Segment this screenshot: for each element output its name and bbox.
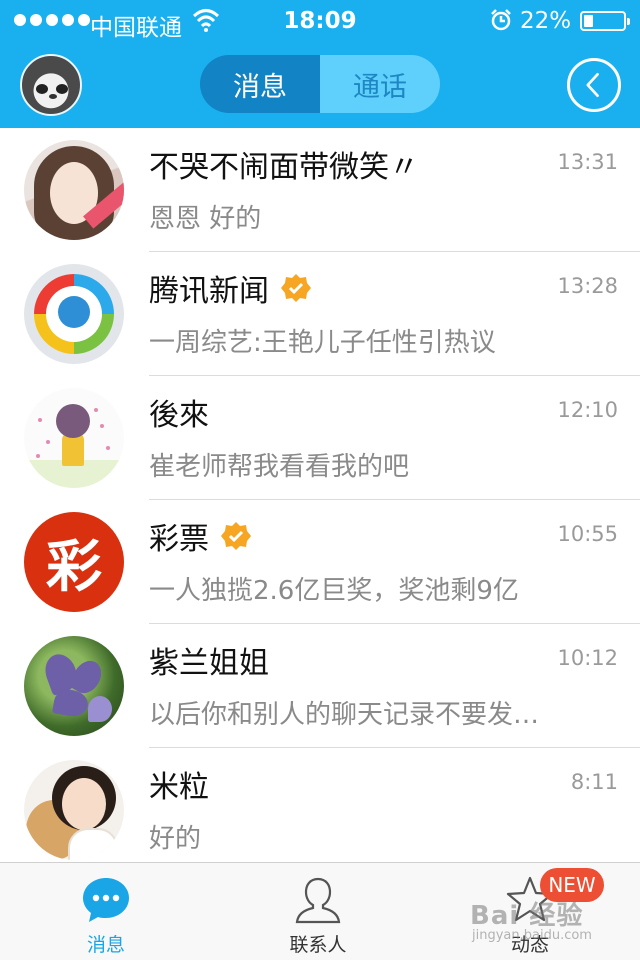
contact-name: 後來 — [149, 398, 209, 433]
contact-avatar — [24, 264, 124, 364]
message-preview: 一人独揽2.6亿巨奖，奖池剩9亿 — [149, 576, 519, 606]
message-time: 12:10 — [557, 398, 618, 422]
header-segmented-control: 消息 通话 — [200, 55, 440, 113]
conversation-row[interactable]: 不哭不闹面带微笑〃 13:31 恩恩 好的 — [0, 128, 640, 252]
verified-badge-icon — [221, 522, 251, 550]
contact-avatar — [24, 760, 124, 860]
my-avatar[interactable] — [20, 54, 82, 116]
verified-badge-icon — [281, 274, 311, 302]
app-header: 中国联通 18:09 22% 消息 通话 — [0, 0, 640, 128]
tabbar-label: 消息 — [86, 934, 125, 956]
tabbar-item-contacts[interactable]: 联系人 — [248, 863, 388, 960]
message-time: 10:12 — [557, 646, 618, 670]
tab-calls[interactable]: 通话 — [320, 55, 440, 113]
message-preview: 好的 — [149, 824, 202, 854]
conversation-row[interactable]: 後來 12:10 崔老师帮我看看我的吧 — [0, 376, 640, 500]
conversation-row[interactable]: 腾讯新闻 13:28 一周综艺:王艳儿子任性引热议 — [0, 252, 640, 376]
message-preview: 崔老师帮我看看我的吧 — [149, 452, 410, 482]
contact-avatar — [24, 636, 124, 736]
message-time: 13:28 — [557, 274, 618, 298]
contact-avatar — [24, 388, 124, 488]
contact-name: 彩票 — [149, 522, 209, 557]
message-time: 13:31 — [557, 150, 618, 174]
tab-messages[interactable]: 消息 — [200, 55, 320, 113]
message-time: 8:11 — [570, 770, 618, 794]
back-circle-icon[interactable] — [567, 58, 621, 112]
status-bar: 中国联通 18:09 22% — [0, 0, 640, 41]
conversation-row[interactable]: 米粒 8:11 好的 — [0, 748, 640, 862]
baidu-watermark-url: jingyan.baidu.com — [472, 928, 592, 943]
contact-avatar — [24, 140, 124, 240]
conversation-row[interactable]: 紫兰姐姐 10:12 以后你和别人的聊天记录不要发… — [0, 624, 640, 748]
message-preview: 以后你和别人的聊天记录不要发… — [149, 700, 540, 730]
conversation-row[interactable]: 彩 彩票 10:55 一人独揽2.6亿巨奖，奖池剩9亿 — [0, 500, 640, 624]
contact-name: 不哭不闹面带微笑〃 — [149, 150, 419, 185]
tabbar-label: 联系人 — [289, 934, 347, 956]
conversation-list: 不哭不闹面带微笑〃 13:31 恩恩 好的 腾讯新闻 13:28 一周综艺:王艳… — [0, 128, 640, 862]
contact-avatar: 彩 — [24, 512, 124, 612]
message-preview: 一周综艺:王艳儿子任性引热议 — [149, 328, 496, 358]
baidu-watermark: Bai 经验 — [470, 901, 584, 931]
qq-messages-screen: 中国联通 18:09 22% 消息 通话 不哭不闹面带微笑〃 13:31 恩恩 … — [0, 0, 640, 960]
battery-icon — [580, 11, 630, 31]
contact-name: 米粒 — [149, 770, 209, 805]
contacts-person-icon — [295, 877, 341, 924]
chat-bubble-icon — [83, 878, 129, 922]
message-time: 10:55 — [557, 522, 618, 546]
message-preview: 恩恩 好的 — [149, 204, 262, 234]
contact-name: 紫兰姐姐 — [149, 646, 269, 681]
alarm-clock-icon — [491, 9, 511, 31]
tabbar-item-messages[interactable]: 消息 — [36, 863, 176, 960]
battery-percent: 22% — [520, 8, 572, 34]
contact-name: 腾讯新闻 — [149, 274, 269, 309]
